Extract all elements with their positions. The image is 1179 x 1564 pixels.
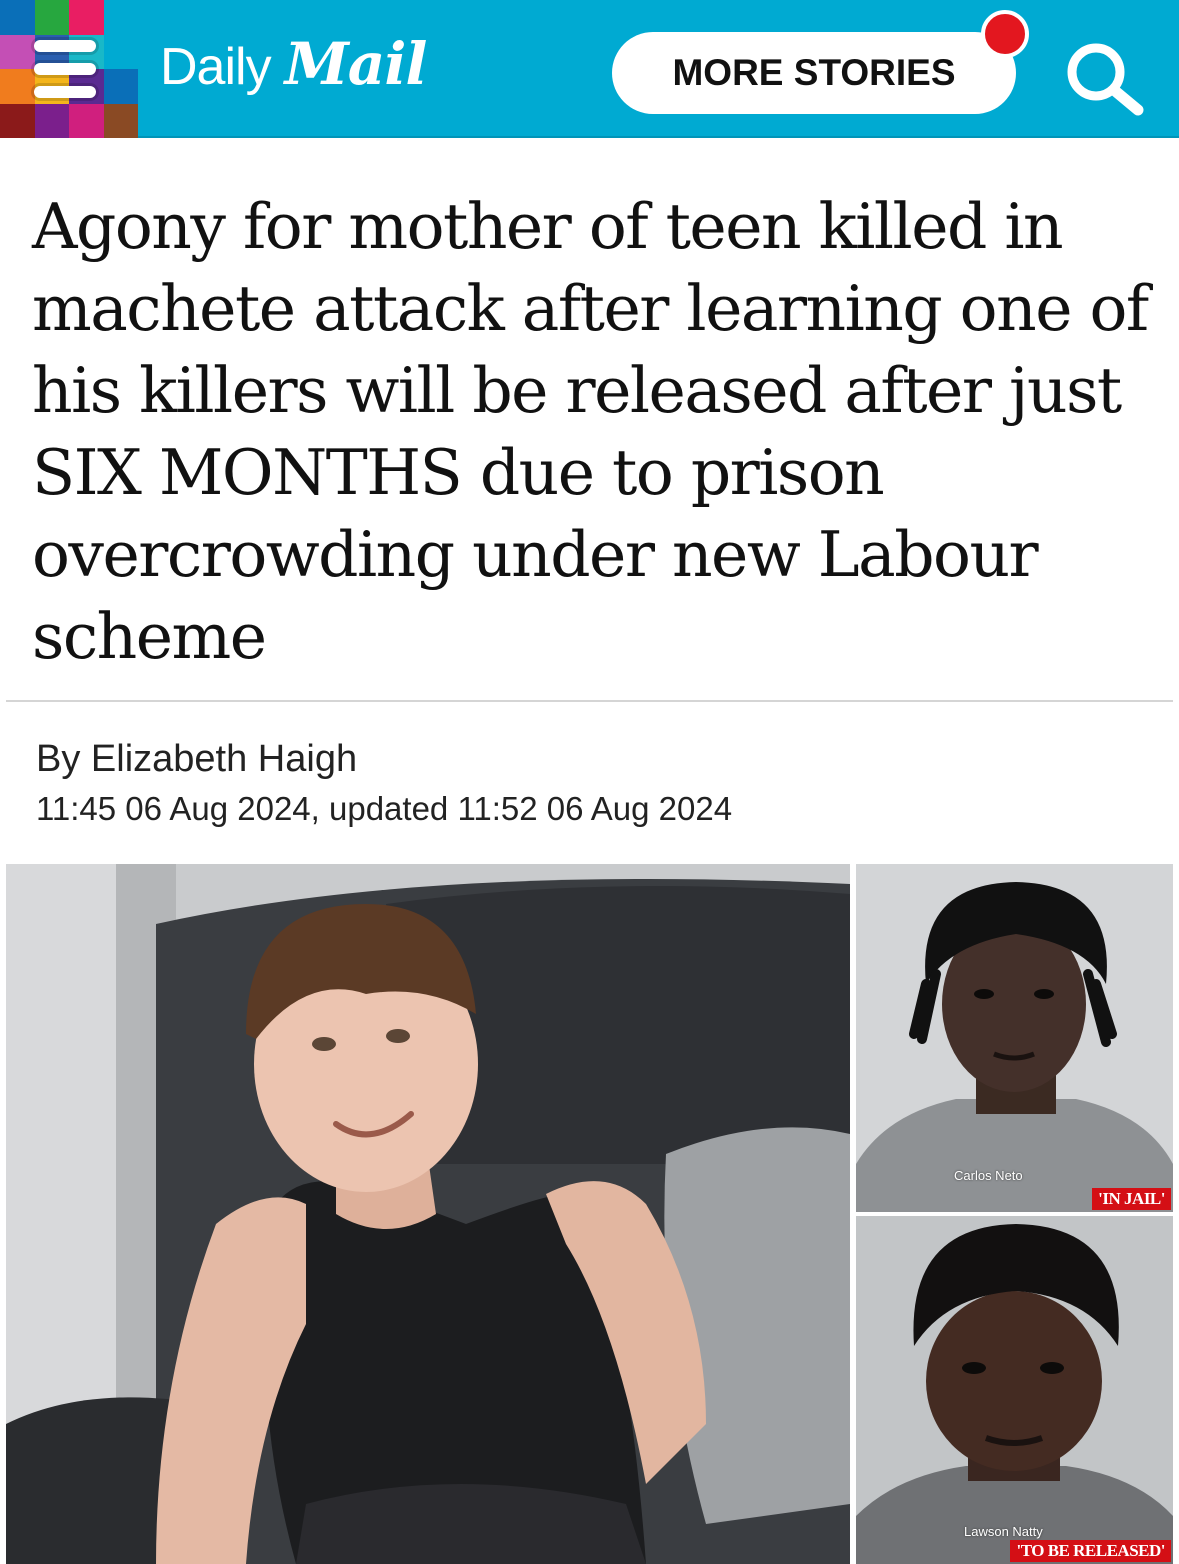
main-photo-illustration — [6, 864, 850, 1564]
article-headline: Agony for mother of teen killed in mache… — [32, 190, 1149, 673]
divider — [6, 700, 1173, 702]
mugshot-bottom-tag: 'TO BE RELEASED' — [1010, 1540, 1171, 1562]
mugshot-top-tag: 'IN JAIL' — [1092, 1188, 1171, 1210]
mugshot-top-illustration — [856, 864, 1173, 1212]
logo-daily-text: Daily — [160, 38, 272, 96]
site-header: Daily Mail MORE STORIES — [0, 0, 1179, 138]
menu-icon[interactable] — [34, 40, 96, 98]
more-stories-button[interactable]: MORE STORIES — [612, 32, 1016, 114]
author-link[interactable]: Elizabeth Haigh — [91, 738, 357, 780]
site-logo[interactable]: Daily Mail — [160, 30, 428, 110]
mugshot-bottom-illustration — [856, 1216, 1173, 1564]
article-dateline: 11:45 06 Aug 2024, updated 11:52 06 Aug … — [36, 790, 733, 827]
mugshot-top-name: Carlos Neto — [954, 1168, 1023, 1183]
mugshot-top[interactable]: Carlos Neto 'IN JAIL' — [856, 864, 1173, 1212]
logo-mail-text: Mail — [284, 30, 428, 98]
main-photo[interactable] — [6, 864, 850, 1564]
byline-prefix: By — [36, 738, 81, 780]
notification-dot — [981, 10, 1029, 58]
search-icon[interactable] — [1062, 40, 1146, 116]
mugshot-bottom-name: Lawson Natty — [964, 1524, 1043, 1539]
byline: By Elizabeth Haigh — [36, 738, 357, 781]
mugshot-bottom[interactable]: Lawson Natty 'TO BE RELEASED' — [856, 1216, 1173, 1564]
